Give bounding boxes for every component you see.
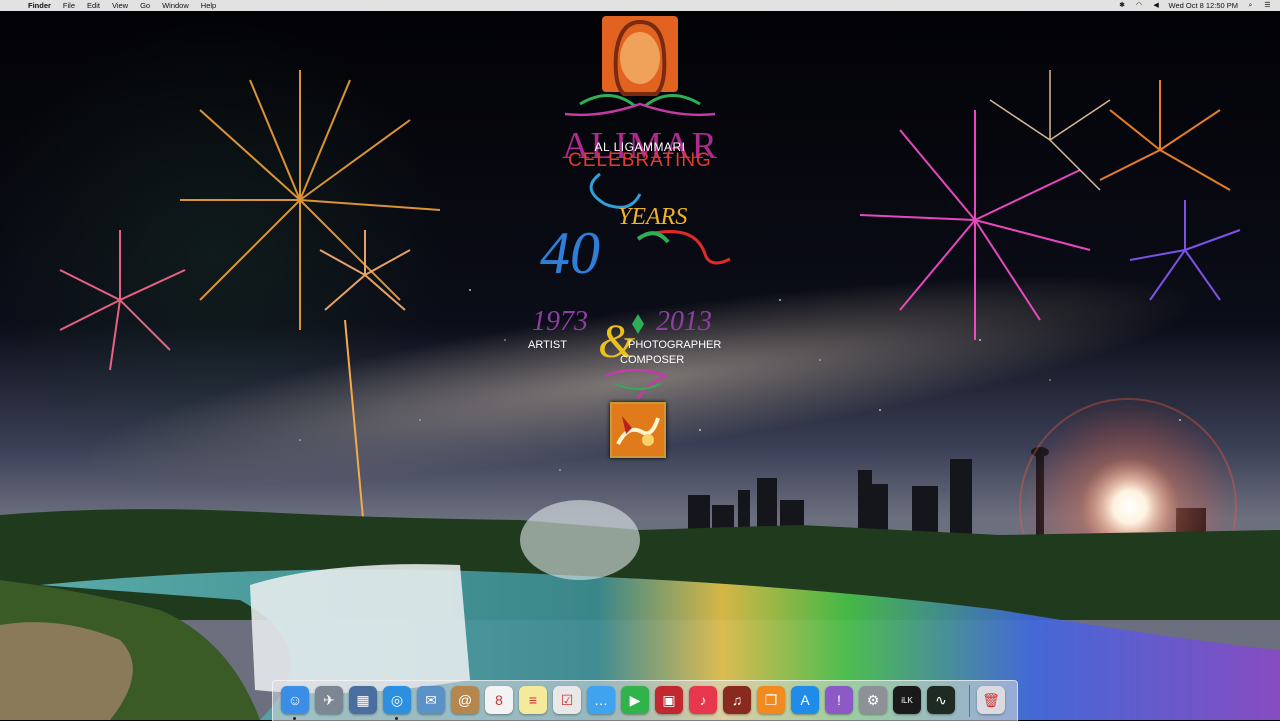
photo-booth-icon[interactable]: ▣	[655, 686, 683, 714]
menu-go[interactable]: Go	[134, 0, 156, 11]
logo-artist: ARTIST	[528, 339, 567, 351]
facetime-icon[interactable]: ▶	[621, 686, 649, 714]
garageband-icon[interactable]: ♫	[723, 686, 751, 714]
spotlight-search-icon[interactable]: ⌕	[1246, 2, 1255, 10]
logo-photographer: PHOTOGRAPHER	[628, 339, 722, 351]
painter-icon	[616, 416, 660, 446]
alimar-logo: ALIMAR AL LIGAMMARI CELEBRATING 40 YEARS…	[520, 14, 760, 458]
menu-clock[interactable]: Wed Oct 8 12:50 PM	[1169, 1, 1238, 10]
trash-icon[interactable]: 🗑	[977, 686, 1005, 714]
logo-celebrating: CELEBRATING	[568, 150, 712, 171]
finder-icon[interactable]: ☺	[281, 686, 309, 714]
messages-icon[interactable]: …	[587, 686, 615, 714]
ibooks-icon[interactable]: ❐	[757, 686, 785, 714]
system-preferences-icon[interactable]: ⚙	[859, 686, 887, 714]
dock: ☺ ✈ ▦ ◎ ✉ @8 ≡ ☑… ▶ ▣ ♪ ♫ ❐ A! ⚙ iLK ∿ 🗑	[272, 680, 1018, 721]
logo-years-number: 40	[540, 220, 600, 286]
contacts-icon[interactable]: @	[451, 686, 479, 714]
menu-bar: Finder File Edit View Go Window Help ✱ ◠…	[0, 0, 1280, 11]
mission-control-icon[interactable]: ▦	[349, 686, 377, 714]
bluetooth-icon[interactable]: ✱	[1118, 2, 1127, 10]
menu-window[interactable]: Window	[156, 0, 195, 11]
feedback-icon[interactable]: !	[825, 686, 853, 714]
menu-view[interactable]: View	[106, 0, 134, 11]
launchpad-icon[interactable]: ✈	[315, 686, 343, 714]
logo-composer: COMPOSER	[620, 354, 685, 366]
dock-separator	[969, 685, 970, 717]
logo-year-end: 2013	[656, 306, 712, 337]
menu-file[interactable]: File	[57, 0, 81, 11]
reminders-icon[interactable]: ☑	[553, 686, 581, 714]
calendar-icon[interactable]: 8	[485, 686, 513, 714]
wifi-icon[interactable]: ◠	[1135, 2, 1144, 10]
logo-years-word: YEARS	[618, 204, 688, 230]
mail-icon[interactable]: ✉	[417, 686, 445, 714]
volume-icon[interactable]: ◀	[1152, 2, 1161, 10]
ilok-icon[interactable]: iLK	[893, 686, 921, 714]
safari-icon[interactable]: ◎	[383, 686, 411, 714]
notes-icon[interactable]: ≡	[519, 686, 547, 714]
activity-monitor-icon[interactable]: ∿	[927, 686, 955, 714]
menu-app-name[interactable]: Finder	[22, 0, 57, 11]
notification-center-icon[interactable]: ☰	[1263, 2, 1272, 10]
menu-edit[interactable]: Edit	[81, 0, 106, 11]
app-store-icon[interactable]: A	[791, 686, 819, 714]
desktop-app-icon[interactable]	[610, 402, 666, 458]
itunes-icon[interactable]: ♪	[689, 686, 717, 714]
menu-help[interactable]: Help	[195, 0, 222, 11]
